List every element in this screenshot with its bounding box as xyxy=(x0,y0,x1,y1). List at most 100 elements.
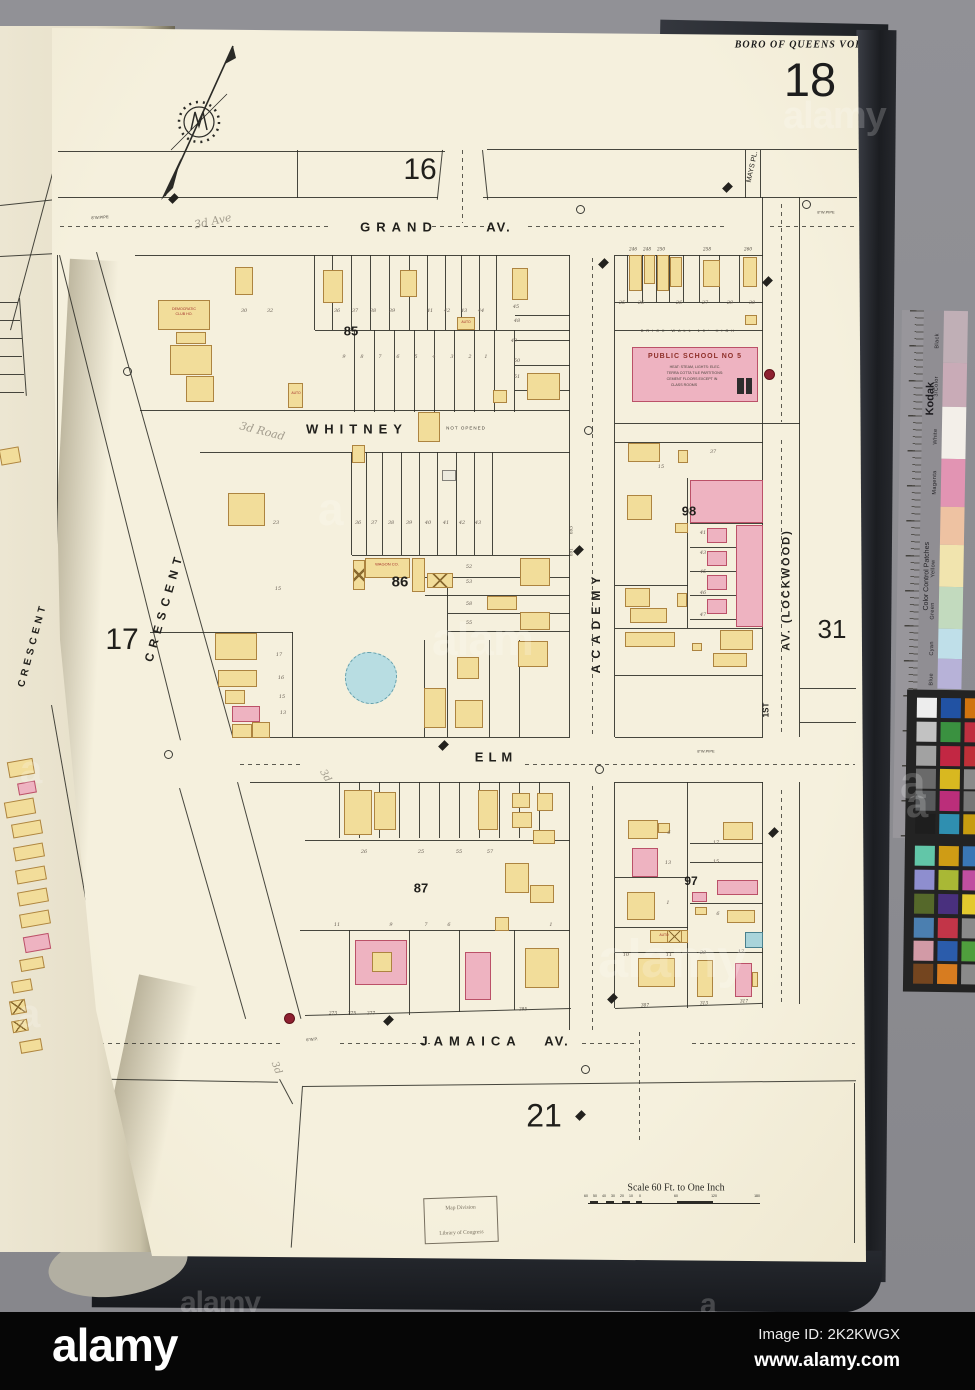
kodak-patch-label: Black xyxy=(934,333,941,349)
map-line xyxy=(761,197,763,737)
building-footprint xyxy=(457,657,479,679)
map-line xyxy=(436,149,443,200)
map-label: AV. (LOCKWOOD) xyxy=(780,529,793,651)
building-footprint xyxy=(520,612,550,630)
map-line xyxy=(515,340,570,342)
color-checker-cell xyxy=(939,813,960,835)
building-footprint xyxy=(374,792,396,830)
building-footprint xyxy=(746,378,752,394)
map-line xyxy=(686,782,688,1008)
building-footprint xyxy=(455,700,483,728)
color-checker-cell xyxy=(915,768,937,789)
map-line xyxy=(488,640,490,737)
map-label: 49 xyxy=(510,338,518,345)
map-line xyxy=(515,315,570,317)
map-label: 1 xyxy=(549,922,553,929)
map-label: 6 xyxy=(667,830,671,837)
pipe-dashed-line xyxy=(781,790,782,1005)
map-line xyxy=(498,782,500,838)
building-footprint xyxy=(677,593,687,607)
map-label: AUTO xyxy=(291,391,301,396)
map-line xyxy=(615,782,763,784)
map-line xyxy=(515,365,570,367)
map-label: 23 xyxy=(272,520,280,527)
map-line xyxy=(250,782,570,784)
map-label: 6 xyxy=(396,354,400,361)
map-label: 43 xyxy=(460,308,468,315)
map-content: GRAND AV. WHITNEY ELM JAMAICA AV. CRESCENT ACAD… xyxy=(52,28,866,1262)
map-line xyxy=(350,255,352,330)
map-label: NOT OPENED xyxy=(446,425,486,431)
map-label: 16 xyxy=(403,152,437,186)
map-line xyxy=(458,782,460,838)
map-label: 55 xyxy=(465,620,473,627)
map-line xyxy=(800,722,856,724)
map-label: 32 xyxy=(266,308,274,315)
map-line xyxy=(690,903,763,905)
map-line xyxy=(458,930,460,1012)
map-label: 15 xyxy=(278,694,286,701)
map-label: 20 xyxy=(699,950,707,957)
building-footprint xyxy=(323,270,343,303)
building-footprint xyxy=(627,892,655,920)
building-footprint xyxy=(530,885,554,903)
image-id-text: Image ID: 2K2KWGX xyxy=(758,1326,900,1343)
color-checker-cell xyxy=(915,813,936,834)
map-label: 42 xyxy=(458,520,466,527)
color-checker-cell xyxy=(961,964,975,985)
map-label: 3d xyxy=(268,1059,284,1076)
map-label: ACADEMY xyxy=(589,570,604,674)
fire-alarm-diamond-icon xyxy=(722,182,733,193)
building-footprint xyxy=(720,630,753,650)
fire-alarm-diamond-icon xyxy=(768,827,779,838)
map-label: 43 xyxy=(699,550,707,557)
map-label: 40 xyxy=(424,520,432,527)
map-line xyxy=(369,255,371,330)
color-checker-cell xyxy=(913,963,934,984)
pipe-dashed-line xyxy=(340,1043,430,1044)
map-label: 46 xyxy=(699,590,707,597)
building-footprint xyxy=(372,952,392,972)
map-label: 30 xyxy=(748,300,756,307)
kodak-patch-label: Cyan xyxy=(928,641,936,656)
map-label: 693 xyxy=(568,526,574,534)
map-line xyxy=(495,255,497,330)
map-label: 3d Road xyxy=(238,419,287,444)
map-label: 691 xyxy=(568,548,574,556)
building-footprint xyxy=(667,930,682,943)
map-label: 258 xyxy=(703,246,711,252)
map-line xyxy=(690,862,763,864)
kodak-color-patch xyxy=(939,544,964,588)
map-label: 5 xyxy=(414,354,418,361)
map-line xyxy=(388,255,390,330)
building-footprint xyxy=(752,972,758,987)
map-line xyxy=(448,613,570,615)
atlas-page: BORO OF QUEENS VOL. 2 18 GRAND AV. WHITNEY… xyxy=(52,28,866,1262)
map-line xyxy=(626,255,628,302)
color-checker-cell xyxy=(937,940,958,962)
color-checker-cell xyxy=(937,893,959,915)
map-label: 86 xyxy=(391,573,409,591)
map-label: 15 xyxy=(712,859,720,866)
building-footprint xyxy=(692,892,707,902)
map-label: 97 xyxy=(684,874,698,889)
map-line xyxy=(473,452,475,555)
map-label: 38 xyxy=(387,520,395,527)
building-footprint xyxy=(527,373,560,400)
map-line xyxy=(761,782,763,1008)
map-line xyxy=(615,675,763,677)
map-label: AUTO xyxy=(659,933,669,938)
building-footprint xyxy=(478,790,498,830)
map-line xyxy=(352,555,570,557)
map-label: 11 xyxy=(333,922,341,929)
map-line xyxy=(413,330,415,412)
map-label: 50 xyxy=(513,358,521,365)
map-line xyxy=(303,1080,856,1088)
building-footprint xyxy=(745,932,763,948)
building-footprint xyxy=(707,575,727,590)
hydrant-dot-icon xyxy=(284,1013,295,1024)
map-label: 55 xyxy=(455,849,463,856)
map-line xyxy=(353,330,355,412)
map-line xyxy=(426,255,428,330)
pipe-dashed-line xyxy=(582,1043,638,1044)
